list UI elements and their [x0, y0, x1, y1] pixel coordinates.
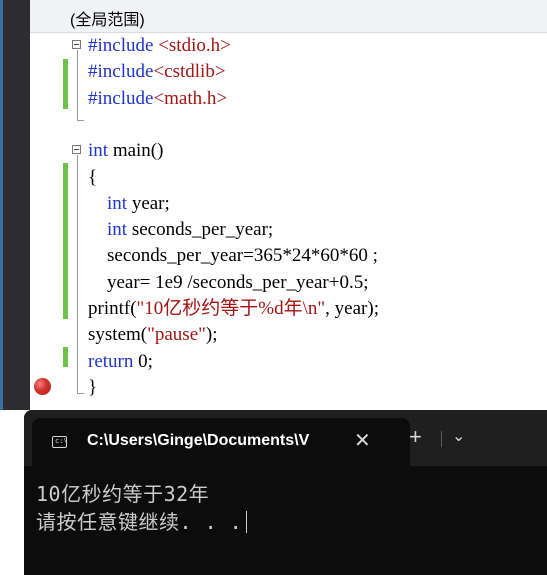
code-token: int — [88, 192, 128, 214]
dropdown-chevron-icon[interactable]: ⌄ — [452, 429, 465, 445]
code-line[interactable]: } — [88, 375, 97, 401]
code-token: seconds_per_year; — [127, 219, 274, 241]
text-cursor — [246, 511, 248, 533]
code-token: #include — [88, 61, 154, 83]
code-token: "pause" — [147, 324, 206, 346]
fold-toggle-includes[interactable] — [72, 40, 81, 49]
code-token: int — [88, 219, 128, 241]
code-line[interactable]: seconds_per_year=365*24*60*60 ; — [88, 243, 378, 269]
code-token: <math.h> — [153, 87, 228, 109]
left-accent-bar — [0, 0, 3, 410]
fold-guide — [77, 155, 78, 393]
tabbar-divider — [441, 431, 442, 447]
code-line[interactable]: { — [88, 165, 97, 191]
close-tab-button[interactable]: ✕ — [354, 428, 371, 453]
code-editor[interactable]: #include <stdio.h> #include<cstdlib> #incl… — [30, 33, 547, 410]
code-token: return — [88, 350, 134, 372]
terminal-output-line: 请按任意键继续. . . — [36, 506, 248, 535]
scope-label: (全局范围) — [70, 12, 145, 29]
code-line[interactable]: system("pause"); — [88, 322, 218, 348]
console-icon: c:\ — [52, 436, 68, 448]
code-token: 0; — [133, 350, 153, 372]
code-token: int — [88, 140, 109, 162]
code-line[interactable]: year= 1e9 /seconds_per_year+0.5; — [88, 270, 368, 296]
terminal-tabbar: c:\ C:\Users\Ginge\Documents\V ✕ + ⌄ — [24, 410, 547, 466]
code-line[interactable]: int seconds_per_year; — [88, 217, 273, 243]
code-token: system( — [88, 324, 148, 346]
terminal-tab[interactable]: c:\ C:\Users\Ginge\Documents\V ✕ — [32, 418, 410, 466]
code-token: seconds_per_year=365*24*60*60 ; — [88, 245, 378, 267]
code-line[interactable]: #include<cstdlib> — [88, 59, 226, 85]
fold-guide-end — [77, 120, 84, 121]
terminal-window[interactable]: c:\ C:\Users\Ginge\Documents\V ✕ + ⌄ 10亿… — [24, 410, 547, 575]
new-tab-button[interactable]: + — [409, 426, 422, 448]
change-indicator — [63, 59, 68, 109]
code-token: printf( — [88, 298, 137, 319]
fold-guide — [77, 50, 78, 120]
scope-dropdown[interactable]: (全局范围) — [30, 0, 547, 33]
code-token: { — [88, 166, 98, 188]
code-token: #include — [88, 87, 154, 109]
code-token: } — [88, 376, 98, 398]
indicator-margin[interactable] — [30, 33, 58, 410]
code-token: "10亿秒约等于%d年\n" — [136, 298, 326, 319]
change-indicator — [63, 347, 68, 367]
code-token: #include — [88, 35, 159, 56]
code-token: year; — [127, 192, 170, 214]
tab-title: C:\Users\Ginge\Documents\V — [87, 432, 310, 449]
code-token: main() — [108, 140, 164, 162]
code-line[interactable]: return 0; — [88, 349, 153, 375]
breakpoint-icon[interactable] — [34, 378, 51, 395]
code-line[interactable]: printf("10亿秒约等于%d年\n", year); — [88, 296, 379, 322]
code-token: , year); — [325, 298, 379, 319]
code-token: ); — [205, 324, 218, 346]
change-indicator — [63, 293, 68, 319]
code-line[interactable]: #include<math.h> — [88, 86, 227, 112]
code-token: <cstdlib> — [153, 61, 226, 83]
left-gutter — [0, 0, 30, 410]
terminal-output-line: 10亿秒约等于32年 — [36, 482, 210, 506]
code-line[interactable]: #include <stdio.h> — [88, 33, 231, 59]
fold-toggle-main[interactable] — [72, 145, 81, 154]
code-line[interactable]: int year; — [88, 191, 170, 217]
code-token: <stdio.h> — [158, 35, 231, 56]
code-line[interactable]: int main() — [88, 138, 163, 164]
fold-guide-end — [77, 393, 84, 394]
code-token: year= 1e9 /seconds_per_year+0.5; — [88, 271, 369, 293]
